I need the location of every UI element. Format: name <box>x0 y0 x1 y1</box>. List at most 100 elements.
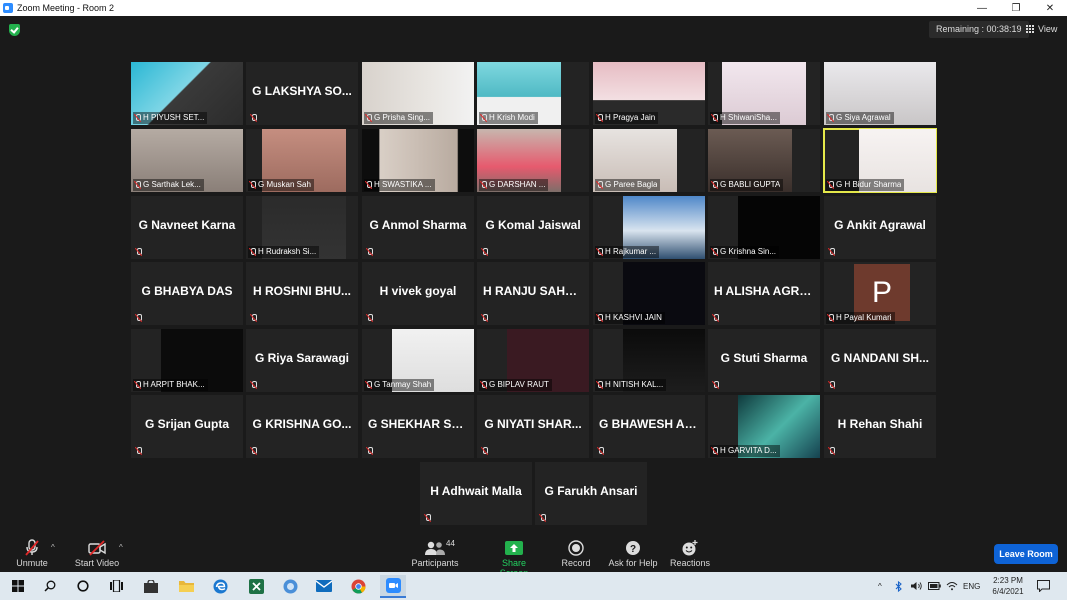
participant-name: G BABLI GUPTA <box>720 180 781 189</box>
participant-tile[interactable]: H Krish Modi <box>477 62 589 125</box>
mail-icon[interactable] <box>315 577 333 595</box>
unmute-button[interactable]: Unmute <box>10 539 54 568</box>
participant-tile[interactable]: G Paree Bagla <box>593 129 705 192</box>
view-button[interactable]: View <box>1026 21 1057 38</box>
participant-tile[interactable]: G DARSHAN ... <box>477 129 589 192</box>
participant-name: G DARSHAN ... <box>489 180 546 189</box>
participant-tile[interactable]: G NIYATI SHAR... <box>477 395 589 458</box>
participant-tile[interactable]: H Pragya Jain <box>593 62 705 125</box>
volume-icon[interactable] <box>911 572 923 600</box>
restore-button[interactable]: ❐ <box>999 0 1033 16</box>
participant-tile[interactable]: G LAKSHYA SO... <box>246 62 358 125</box>
participant-tile[interactable]: G Farukh Ansari <box>535 462 647 525</box>
chrome-icon[interactable] <box>349 577 367 595</box>
leave-room-button[interactable]: Leave Room <box>994 544 1058 564</box>
notifications-icon[interactable] <box>1037 572 1050 600</box>
zoom-window: Zoom Meeting - Room 2 — ❐ ✕ Remaining : … <box>0 0 1067 600</box>
cortana-icon[interactable] <box>74 577 92 595</box>
participant-tile[interactable]: H PIYUSH SET... <box>131 62 243 125</box>
wifi-icon[interactable] <box>946 572 958 600</box>
participant-tile[interactable]: H NITISH KAL... <box>593 329 705 392</box>
windows-start-icon[interactable] <box>9 577 27 595</box>
participant-tile[interactable]: G Siya Agrawal <box>824 62 936 125</box>
participant-tile[interactable]: G BHAWESH AG... <box>593 395 705 458</box>
participant-tile[interactable]: H ALISHA AGRA... <box>708 262 820 325</box>
participant-tile[interactable]: G Sarthak Lek... <box>131 129 243 192</box>
participant-tile[interactable]: G Ankit Agrawal <box>824 196 936 259</box>
mic-muted-icon <box>250 381 257 389</box>
participant-tile[interactable]: G Komal Jaiswal <box>477 196 589 259</box>
participant-tile[interactable]: PH Payal Kumari <box>824 262 936 325</box>
participant-tile[interactable]: G Riya Sarawagi <box>246 329 358 392</box>
task-view-icon[interactable] <box>107 577 125 595</box>
participant-name: H Pragya Jain <box>605 113 656 122</box>
participant-tile[interactable]: G SHEKHAR SA... <box>362 395 474 458</box>
participant-name: G Paree Bagla <box>605 180 658 189</box>
store-icon[interactable] <box>142 577 160 595</box>
participant-tile[interactable]: G BHABYA DAS <box>131 262 243 325</box>
mic-muted-icon <box>135 248 142 256</box>
ask-for-help-button[interactable]: ? Ask for Help <box>607 539 659 568</box>
mic-muted-icon <box>828 248 835 256</box>
participant-tile[interactable]: H Rajkumar ... <box>593 196 705 259</box>
participant-tile[interactable]: H KASHVI JAIN <box>593 262 705 325</box>
participant-tile[interactable]: H ROSHNI BHU... <box>246 262 358 325</box>
participant-tile[interactable]: G Tanmay Shah <box>362 329 474 392</box>
bluetooth-icon[interactable] <box>895 572 903 600</box>
participant-name: G BHABYA DAS <box>141 284 233 298</box>
participant-tile[interactable]: H SWASTIKA ... <box>362 129 474 192</box>
participant-tile[interactable]: G Stuti Sharma <box>708 329 820 392</box>
minimize-button[interactable]: — <box>965 0 999 16</box>
app-icon-blue-circle[interactable] <box>281 577 299 595</box>
mic-muted-icon <box>712 381 719 389</box>
close-button[interactable]: ✕ <box>1033 0 1067 16</box>
participant-name: H ALISHA AGRA... <box>714 284 818 298</box>
file-explorer-icon[interactable] <box>177 577 195 595</box>
participant-name: H Rehan Shahi <box>837 417 923 431</box>
participant-tile[interactable]: G KRISHNA GO... <box>246 395 358 458</box>
participant-name: G Farukh Ansari <box>544 484 638 498</box>
participant-tile[interactable]: G BIPLAV RAUT <box>477 329 589 392</box>
participant-tile[interactable]: H Rudraksh Si... <box>246 196 358 259</box>
participant-tile[interactable]: G Anmol Sharma <box>362 196 474 259</box>
show-hidden-icons-icon[interactable]: ^ <box>878 572 882 600</box>
participant-tile[interactable]: H vivek goyal <box>362 262 474 325</box>
edge-icon[interactable] <box>211 577 229 595</box>
participants-button[interactable]: 44 Participants <box>410 539 460 568</box>
participant-tile[interactable]: G NANDANI SH... <box>824 329 936 392</box>
security-shield-icon[interactable] <box>9 24 20 36</box>
reactions-button[interactable]: Reactions <box>669 539 711 568</box>
participant-tile[interactable]: H Adhwait Malla <box>420 462 532 525</box>
participant-tile[interactable]: H Rehan Shahi <box>824 395 936 458</box>
participant-tile[interactable]: H ARPIT BHAK... <box>131 329 243 392</box>
zoom-taskbar-icon[interactable] <box>380 575 406 598</box>
record-button[interactable]: Record <box>558 539 594 568</box>
participant-name: G Riya Sarawagi <box>254 351 350 365</box>
system-clock[interactable]: 2:23 PM 6/4/2021 <box>990 575 1026 597</box>
mic-muted-icon <box>365 181 372 189</box>
participant-tile[interactable]: G Krishna Sin... <box>708 196 820 259</box>
participant-tile[interactable]: H ShiwaniSha... <box>708 62 820 125</box>
mic-muted-icon <box>597 447 604 455</box>
mic-muted-icon <box>480 181 487 189</box>
participant-tile[interactable]: G H Bidur Sharma <box>823 128 937 193</box>
start-video-button[interactable]: Start Video <box>72 539 122 568</box>
audio-options-caret-icon[interactable]: ^ <box>51 543 55 552</box>
participant-tile[interactable]: G Navneet Karna <box>131 196 243 259</box>
participant-name: H Payal Kumari <box>836 313 892 322</box>
participant-tile[interactable]: G Srijan Gupta <box>131 395 243 458</box>
video-options-caret-icon[interactable]: ^ <box>119 543 123 552</box>
participant-name: G Siya Agrawal <box>836 113 891 122</box>
participant-tile[interactable]: H RANJU SAHANI <box>477 262 589 325</box>
participant-tile[interactable]: G Prisha Sing... <box>362 62 474 125</box>
participant-tile[interactable]: H GARVITA D... <box>708 395 820 458</box>
participant-name: H ShiwaniSha... <box>720 113 777 122</box>
search-icon[interactable] <box>41 577 59 595</box>
participant-tile[interactable]: G Muskan Sah <box>246 129 358 192</box>
mic-muted-icon <box>249 248 256 256</box>
battery-icon[interactable] <box>928 572 941 600</box>
participant-tile[interactable]: G BABLI GUPTA <box>708 129 820 192</box>
excel-icon[interactable] <box>247 577 265 595</box>
participant-name-label: H ShiwaniSha... <box>710 112 780 124</box>
language-indicator[interactable]: ENG <box>963 572 980 600</box>
